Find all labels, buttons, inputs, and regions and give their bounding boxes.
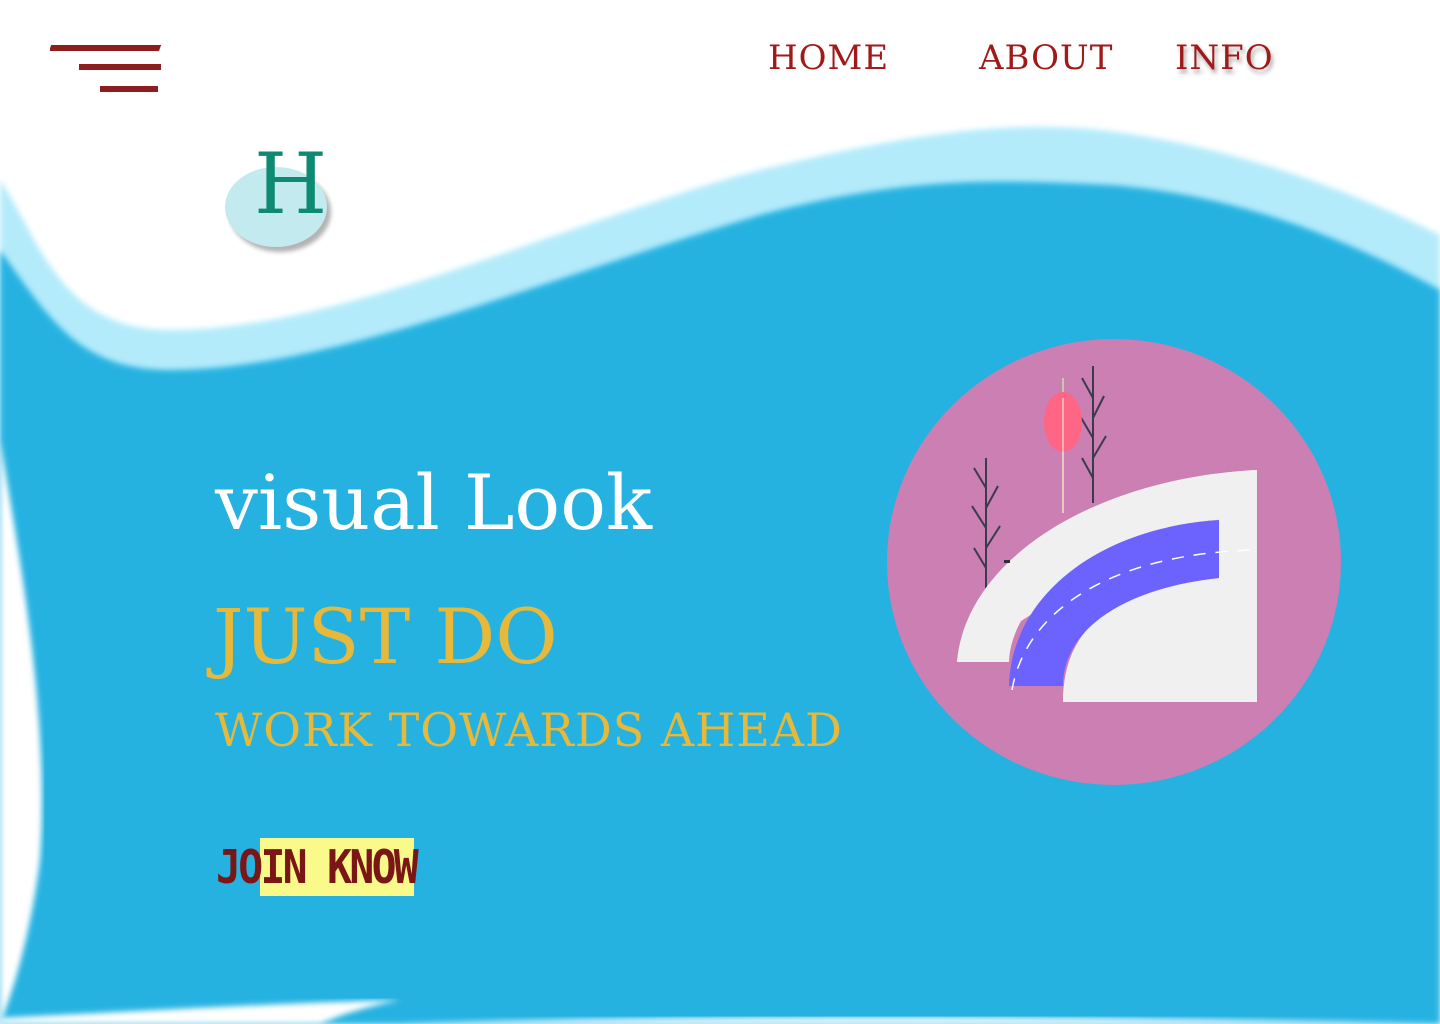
hero-tagline: WORK TOWARDS AHEAD	[215, 703, 843, 757]
hero-title: visual Look	[215, 458, 652, 547]
landing-page: HOME ABOUT INFO H visual Look JUST DO WO…	[0, 0, 1440, 1024]
small-car	[1004, 560, 1010, 563]
hamburger-menu-button[interactable]	[48, 40, 170, 100]
hamburger-menu-icon	[48, 45, 162, 92]
road-trees-illustration	[887, 339, 1341, 785]
logo[interactable]: H	[222, 142, 337, 260]
nav-about-link[interactable]: ABOUT	[979, 38, 1113, 78]
nav-home-link[interactable]: HOME	[768, 38, 889, 78]
hero-subtitle: JUST DO	[213, 592, 558, 681]
join-button[interactable]: JOIN KNOW	[216, 836, 456, 898]
logo-letter: H	[254, 135, 328, 233]
nav-info-link[interactable]: INFO	[1175, 38, 1274, 78]
join-button-label: JOIN KNOW	[216, 840, 419, 894]
